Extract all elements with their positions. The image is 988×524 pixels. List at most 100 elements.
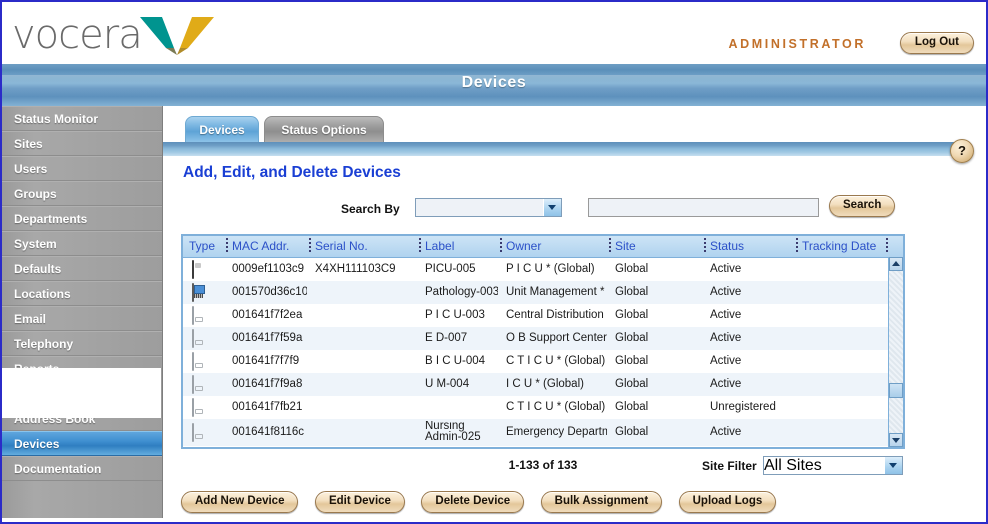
cell-owner: O B Support Center * xyxy=(506,332,607,344)
sidebar-item-system[interactable]: System xyxy=(2,231,162,256)
search-input[interactable] xyxy=(588,198,819,217)
column-header-tracking-date[interactable]: Tracking Date xyxy=(802,239,876,253)
column-divider[interactable] xyxy=(419,238,421,253)
table-row[interactable]: 001641f7fb21 C T I C U * (Global) Global… xyxy=(183,396,903,419)
device-badge-icon xyxy=(192,375,205,394)
column-divider[interactable] xyxy=(309,238,311,253)
chevron-down-icon[interactable] xyxy=(543,199,561,216)
sidebar-item-devices[interactable]: Devices xyxy=(2,431,162,456)
table-body: 0009ef1103c9 X4XH111103C9 PICU-005 P I C… xyxy=(183,258,903,447)
device-badge-icon xyxy=(192,306,205,325)
cell-status: Active xyxy=(710,263,742,275)
content-heading: Add, Edit, and Delete Devices xyxy=(183,164,401,181)
cell-mac: 001570d36c10 xyxy=(232,286,307,298)
search-button[interactable]: Search xyxy=(829,195,896,217)
column-divider[interactable] xyxy=(886,238,888,253)
cell-owner: C T I C U * (Global) xyxy=(506,355,606,367)
search-by-dropdown[interactable] xyxy=(415,198,562,217)
column-header-owner[interactable]: Owner xyxy=(506,239,541,253)
cell-site: Global xyxy=(615,401,649,413)
cell-status: Active xyxy=(710,355,742,367)
help-icon[interactable]: ? xyxy=(950,139,974,163)
cell-site: Global xyxy=(615,309,649,321)
cell-site: Global xyxy=(615,263,649,275)
table-row[interactable]: 001641f7f9a8 U M-004 I C U * (Global) Gl… xyxy=(183,373,903,396)
table-vertical-scrollbar[interactable] xyxy=(888,257,903,447)
tab-devices[interactable]: Devices xyxy=(185,116,259,142)
sidebar-item-defaults[interactable]: Defaults xyxy=(2,256,162,281)
device-dark-badge-icon xyxy=(192,260,205,279)
cell-label: B I C U-004 xyxy=(425,355,486,367)
table-row[interactable]: 001641f7f2ea P I C U-003 Central Distrib… xyxy=(183,304,903,327)
column-header-site[interactable]: Site xyxy=(615,239,636,253)
cell-status: Active xyxy=(710,332,742,344)
bulk-assignment-button[interactable]: Bulk Assignment xyxy=(540,491,663,513)
column-header-serial-no[interactable]: Serial No. xyxy=(315,239,368,253)
cell-mac: 001641f7f9a8 xyxy=(232,378,303,390)
column-header-status[interactable]: Status xyxy=(710,239,744,253)
cell-label: P I C U-003 xyxy=(425,309,485,321)
vocera-v-logo-icon xyxy=(138,14,216,56)
device-badge-icon xyxy=(192,329,205,348)
cell-owner: Central Distribution * ( xyxy=(506,309,607,321)
cell-label: Pathology-003 xyxy=(425,286,498,298)
upload-logs-button[interactable]: Upload Logs xyxy=(678,491,777,513)
column-header-mac-addr[interactable]: MAC Addr. xyxy=(232,239,289,253)
column-header-type[interactable]: Type xyxy=(189,239,215,253)
table-row[interactable]: 001641f7f59a E D-007 O B Support Center … xyxy=(183,327,903,350)
scroll-up-arrow-icon[interactable] xyxy=(889,257,903,271)
edit-device-button[interactable]: Edit Device xyxy=(314,491,405,513)
sidebar-item-sites[interactable]: Sites xyxy=(2,131,162,156)
main-content: Devices Status Options ? Add, Edit, and … xyxy=(163,106,986,522)
column-divider[interactable] xyxy=(609,238,611,253)
action-button-row: Add New Device Edit Device Delete Device… xyxy=(181,491,788,513)
devices-table: Type MAC Addr. Serial No. Label Owner Si… xyxy=(181,234,905,449)
role-label: ADMINISTRATOR xyxy=(728,37,866,51)
scrollbar-thumb[interactable] xyxy=(889,383,903,398)
cell-mac: 001641f7fb21 xyxy=(232,401,303,413)
site-filter-dropdown[interactable]: All Sites xyxy=(763,456,903,475)
cell-owner: Unit Management * (G xyxy=(506,286,607,298)
sidebar-filler xyxy=(2,368,162,418)
cell-label: PICU-005 xyxy=(425,263,476,275)
delete-device-button[interactable]: Delete Device xyxy=(421,491,525,513)
tab-status-options[interactable]: Status Options xyxy=(264,116,384,142)
column-divider[interactable] xyxy=(796,238,798,253)
cell-mac: 001641f7f2ea xyxy=(232,309,303,321)
sidebar-nav: Status Monitor Sites Users Groups Depart… xyxy=(2,106,163,522)
chevron-down-icon[interactable] xyxy=(884,457,902,474)
table-row[interactable]: 0009ef1103c9 X4XH111103C9 PICU-005 P I C… xyxy=(183,258,903,281)
logout-button[interactable]: Log Out xyxy=(899,32,974,54)
add-new-device-button[interactable]: Add New Device xyxy=(181,491,299,513)
cell-status: Active xyxy=(710,309,742,321)
sidebar-item-email[interactable]: Email xyxy=(2,306,162,331)
sidebar-item-departments[interactable]: Departments xyxy=(2,206,162,231)
cell-site: Global xyxy=(615,286,649,298)
cell-label: Nursing Admin-025 xyxy=(425,421,481,443)
column-divider[interactable] xyxy=(500,238,502,253)
sidebar-item-documentation[interactable]: Documentation xyxy=(2,456,162,481)
sidebar-item-telephony[interactable]: Telephony xyxy=(2,331,162,356)
cell-site: Global xyxy=(615,426,649,438)
tab-underline-bar xyxy=(163,142,986,156)
site-filter-label: Site Filter xyxy=(702,459,757,473)
scroll-down-arrow-icon[interactable] xyxy=(889,433,903,447)
column-divider[interactable] xyxy=(704,238,706,253)
cell-serial: X4XH111103C9 xyxy=(315,263,396,275)
column-divider[interactable] xyxy=(226,238,228,253)
sidebar-item-locations[interactable]: Locations xyxy=(2,281,162,306)
table-row[interactable]: 001570d36c10 Pathology-003 Unit Manageme… xyxy=(183,281,903,304)
search-by-label: Search By xyxy=(341,202,400,216)
sidebar-item-status-monitor[interactable]: Status Monitor xyxy=(2,106,162,131)
cell-site: Global xyxy=(615,355,649,367)
device-smartphone-icon xyxy=(192,283,205,302)
sidebar-item-groups[interactable]: Groups xyxy=(2,181,162,206)
cell-mac: 001641f7f7f9 xyxy=(232,355,300,367)
table-row[interactable]: 001641f7f7f9 B I C U-004 C T I C U * (Gl… xyxy=(183,350,903,373)
table-row[interactable]: 001641f8116c Nursing Admin-025 Emergency… xyxy=(183,419,903,446)
page-banner: Devices xyxy=(2,64,986,106)
column-header-label[interactable]: Label xyxy=(425,239,454,253)
scrollbar-track[interactable] xyxy=(889,271,903,433)
sidebar-item-users[interactable]: Users xyxy=(2,156,162,181)
search-toolbar: Search By Search xyxy=(163,195,986,224)
